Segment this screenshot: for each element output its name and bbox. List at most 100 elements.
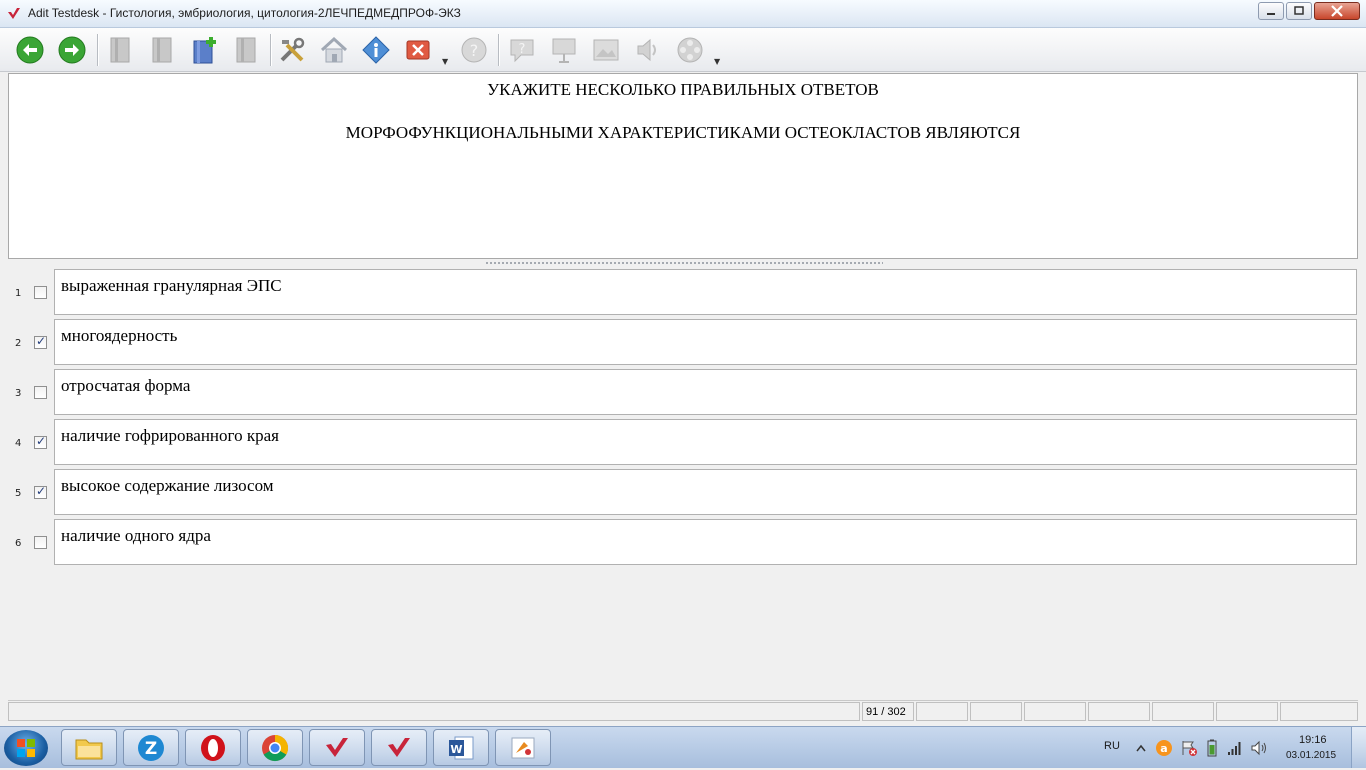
svg-text:?: ? bbox=[470, 41, 479, 60]
opera-icon bbox=[201, 734, 225, 761]
answer-checkbox[interactable] bbox=[34, 434, 47, 449]
answer-row: 1 выраженная гранулярная ЭПС bbox=[0, 268, 1366, 316]
back-button[interactable] bbox=[14, 34, 46, 66]
show-hidden-icons-icon[interactable] bbox=[1136, 744, 1146, 752]
hint-button[interactable]: ? bbox=[506, 34, 538, 66]
status-cell bbox=[970, 702, 1022, 721]
settings-button[interactable] bbox=[276, 34, 308, 66]
progress-counter: 91 / 302 bbox=[862, 702, 914, 721]
answer-option[interactable]: наличие гофрированного края bbox=[54, 419, 1357, 465]
svg-text:Z: Z bbox=[145, 739, 157, 759]
presentation-icon bbox=[552, 38, 576, 63]
testdesk-logo-icon bbox=[326, 737, 348, 757]
action-center-flag-icon[interactable] bbox=[1180, 739, 1198, 757]
close-icon bbox=[1331, 5, 1343, 17]
clock-date[interactable]: 03.01.2015 bbox=[1286, 750, 1336, 761]
volume-icon[interactable] bbox=[1250, 739, 1268, 757]
svg-text:a: a bbox=[1160, 742, 1167, 755]
sound-button[interactable] bbox=[632, 34, 664, 66]
taskbar-explorer[interactable] bbox=[61, 729, 117, 766]
forward-button[interactable] bbox=[56, 34, 88, 66]
speaker-icon bbox=[637, 38, 656, 62]
answer-number: 1 bbox=[15, 288, 22, 299]
media-dropdown-arrow-icon[interactable]: ▼ bbox=[714, 58, 720, 66]
question-panel: УКАЖИТЕ НЕСКОЛЬКО ПРАВИЛЬНЫХ ОТВЕТОВ МОР… bbox=[8, 73, 1358, 259]
presentation-button[interactable] bbox=[548, 34, 580, 66]
help-button[interactable]: ? bbox=[458, 34, 490, 66]
answer-row: 5 высокое содержание лизосом bbox=[0, 468, 1366, 516]
answer-text: многоядерность bbox=[61, 326, 178, 345]
image-icon bbox=[593, 39, 619, 61]
status-cell bbox=[1216, 702, 1278, 721]
avast-icon[interactable]: a bbox=[1155, 739, 1173, 757]
taskbar-testdesk-1[interactable] bbox=[309, 729, 365, 766]
minimize-icon bbox=[1267, 13, 1275, 15]
clock-time[interactable]: 19:16 bbox=[1299, 734, 1327, 746]
answer-text: высокое содержание лизосом bbox=[61, 476, 274, 495]
close-icon bbox=[406, 40, 430, 60]
film-reel-icon bbox=[677, 37, 703, 63]
taskbar-opera[interactable] bbox=[185, 729, 241, 766]
testdesk-logo-icon bbox=[388, 737, 410, 757]
taskbar-word[interactable]: W bbox=[433, 729, 489, 766]
home-icon bbox=[320, 36, 348, 63]
windows-logo-icon bbox=[17, 739, 35, 757]
add-document-icon bbox=[193, 37, 216, 64]
answer-number: 4 bbox=[15, 438, 22, 449]
answer-option[interactable]: отросчатая форма bbox=[54, 369, 1357, 415]
save-button[interactable] bbox=[104, 34, 136, 66]
answer-checkbox[interactable] bbox=[34, 334, 47, 349]
video-button[interactable] bbox=[674, 34, 706, 66]
page-button[interactable] bbox=[230, 34, 262, 66]
info-icon bbox=[362, 36, 390, 64]
answer-checkbox[interactable] bbox=[34, 386, 47, 399]
answer-checkbox[interactable] bbox=[34, 286, 47, 299]
answer-option[interactable]: многоядерность bbox=[54, 319, 1357, 365]
answer-number: 5 bbox=[15, 488, 22, 499]
home-button[interactable] bbox=[318, 34, 350, 66]
document-icon bbox=[236, 37, 256, 63]
answer-checkbox[interactable] bbox=[34, 536, 47, 549]
progress-text: 91 / 302 bbox=[866, 706, 906, 718]
start-button[interactable] bbox=[4, 730, 48, 766]
taskbar-chrome[interactable] bbox=[247, 729, 303, 766]
word-icon: W bbox=[449, 736, 474, 759]
battery-icon[interactable] bbox=[1205, 739, 1219, 757]
maximize-button[interactable] bbox=[1286, 2, 1312, 20]
tools-icon bbox=[280, 37, 305, 62]
status-cell bbox=[1088, 702, 1150, 721]
answer-option[interactable]: выраженная гранулярная ЭПС bbox=[54, 269, 1357, 315]
arrow-right-icon bbox=[58, 36, 86, 64]
answer-option[interactable]: высокое содержание лизосом bbox=[54, 469, 1357, 515]
toolbar: ▼ ? ? ▼ bbox=[0, 28, 1366, 72]
svg-text:W: W bbox=[450, 743, 462, 756]
testdesk-logo-icon bbox=[8, 8, 20, 19]
panel-splitter-handle[interactable] bbox=[485, 261, 883, 266]
status-bar: 91 / 302 bbox=[8, 700, 1358, 721]
answer-number: 6 bbox=[15, 538, 22, 549]
answer-checkbox[interactable] bbox=[34, 484, 47, 499]
answer-option[interactable]: наличие одного ядра bbox=[54, 519, 1357, 565]
image-button[interactable] bbox=[590, 34, 622, 66]
close-dropdown-arrow-icon[interactable]: ▼ bbox=[442, 58, 448, 66]
info-button[interactable] bbox=[360, 34, 392, 66]
minimize-button[interactable] bbox=[1258, 2, 1284, 20]
show-desktop-button[interactable] bbox=[1351, 727, 1366, 768]
question-bubble-icon: ? bbox=[510, 39, 534, 63]
question-text: МОРФОФУНКЦИОНАЛЬНЫМИ ХАРАКТЕРИСТИКАМИ ОС… bbox=[345, 123, 1021, 142]
answer-row: 4 наличие гофрированного края bbox=[0, 418, 1366, 466]
save-as-button[interactable] bbox=[146, 34, 178, 66]
language-indicator[interactable]: RU bbox=[1104, 740, 1120, 752]
add-page-button[interactable] bbox=[188, 34, 220, 66]
taskbar-paint[interactable] bbox=[495, 729, 551, 766]
network-signal-icon[interactable] bbox=[1226, 739, 1244, 757]
answer-text: наличие одного ядра bbox=[61, 526, 211, 545]
close-window-button[interactable] bbox=[1314, 2, 1360, 20]
document-icon bbox=[152, 37, 172, 63]
taskbar-zona[interactable]: Z bbox=[123, 729, 179, 766]
taskbar-testdesk-2[interactable] bbox=[371, 729, 427, 766]
close-test-button[interactable] bbox=[402, 34, 434, 66]
arrow-left-icon bbox=[16, 36, 44, 64]
svg-text:?: ? bbox=[519, 42, 526, 57]
maximize-icon bbox=[1294, 6, 1304, 15]
